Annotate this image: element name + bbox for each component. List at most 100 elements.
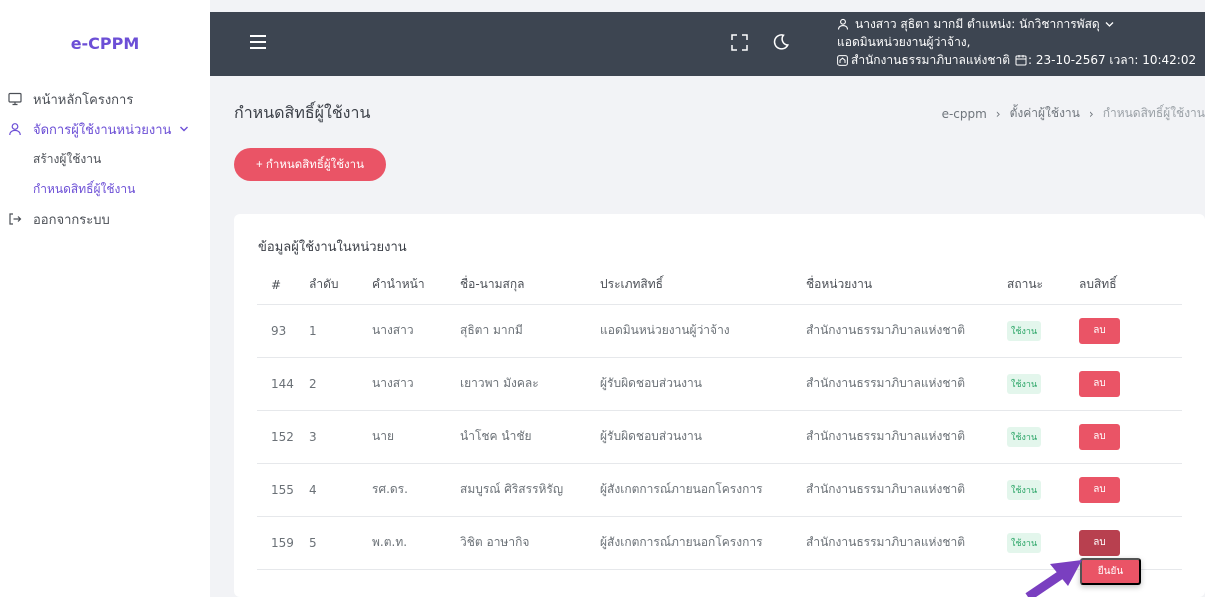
- current-datetime: : 23-10-2567 เวลา: 10:42:02: [1028, 53, 1197, 67]
- status-badge: ใช้งาน: [1007, 426, 1042, 447]
- add-permission-button[interactable]: + กำหนดสิทธิ์ผู้ใช้งาน: [234, 148, 386, 181]
- cell-id: 93: [257, 304, 309, 358]
- cell-name: นำโชค นำชัย: [460, 410, 600, 464]
- status-badge: ใช้งาน: [1007, 373, 1042, 394]
- user-icon: [837, 18, 849, 30]
- chevron-down-icon: [1105, 21, 1114, 28]
- sidebar: e-CPPM หน้าหลักโครงการ จัดการผู้ใช้งานหน…: [0, 0, 210, 597]
- column-header-org: ชื่อหน่วยงาน: [806, 266, 1007, 305]
- fullscreen-icon[interactable]: [731, 34, 748, 51]
- cell-id: 159: [257, 516, 309, 570]
- sidebar-item-label: หน้าหลักโครงการ: [33, 92, 134, 108]
- cell-org: สำนักงานธรรมาภิบาลแห่งชาติ: [806, 410, 1007, 464]
- cell-role: ผู้สังเกตการณ์ภายนอกโครงการ: [600, 463, 806, 517]
- delete-button[interactable]: ลบ: [1079, 317, 1120, 344]
- table-header-row: # ลำดับ คำนำหน้า ชื่อ-นามสกุล ประเภทสิทธ…: [257, 266, 1182, 305]
- cell-seq: 2: [309, 357, 372, 411]
- cell-role: ผู้สังเกตการณ์ภายนอกโครงการ: [600, 516, 806, 570]
- sidebar-item-project-home[interactable]: หน้าหลักโครงการ: [0, 88, 210, 110]
- cell-prefix: นางสาว: [372, 304, 460, 358]
- sidebar-nav: หน้าหลักโครงการ จัดการผู้ใช้งานหน่วยงาน …: [0, 88, 210, 238]
- status-badge: ใช้งาน: [1007, 532, 1042, 553]
- status-badge: ใช้งาน: [1007, 320, 1042, 341]
- user-name-position: นางสาว สุธิตา มากมี ตำแหน่ง: นักวิชาการพ…: [855, 17, 1100, 31]
- cell-prefix: นาย: [372, 410, 460, 464]
- cell-seq: 3: [309, 410, 372, 464]
- cell-org: สำนักงานธรรมาภิบาลแห่งชาติ: [806, 463, 1007, 517]
- user-organization: สำนักงานธรรมาภิบาลแห่งชาติ: [851, 53, 1010, 67]
- delete-button[interactable]: ลบ: [1079, 423, 1120, 450]
- table-row: 155 4 รศ.ดร. สมบูรณ์ ศิริสรรหิรัญ ผู้สัง…: [257, 463, 1182, 517]
- card-title: ข้อมูลผู้ใช้งานในหน่วยงาน: [258, 240, 407, 255]
- cell-id: 144: [257, 357, 309, 411]
- menu-toggle-icon[interactable]: [250, 35, 266, 49]
- cell-org: สำนักงานธรรมาภิบาลแห่งชาติ: [806, 357, 1007, 411]
- breadcrumb-current: กำหนดสิทธิ์ผู้ใช้งาน: [1102, 106, 1205, 120]
- column-header-status: สถานะ: [1007, 266, 1079, 305]
- cell-role: แอดมินหน่วยงานผู้ว่าจ้าง: [600, 304, 806, 358]
- cell-delete: ลบ: [1079, 410, 1182, 464]
- cell-role: ผู้รับผิดชอบส่วนงาน: [600, 410, 806, 464]
- cell-delete: ลบ: [1079, 463, 1182, 517]
- monitor-icon: [8, 92, 22, 106]
- annotation-arrow-icon: [1025, 560, 1082, 597]
- table-row: 144 2 นางสาว เยาวพา มังคละ ผู้รับผิดชอบส…: [257, 357, 1182, 411]
- table-row: 152 3 นาย นำโชค นำชัย ผู้รับผิดชอบส่วนงา…: [257, 410, 1182, 464]
- breadcrumb-user-settings[interactable]: ตั้งค่าผู้ใช้งาน: [1010, 104, 1080, 123]
- sidebar-item-logout[interactable]: ออกจากระบบ: [0, 208, 210, 230]
- dark-mode-icon[interactable]: [772, 33, 790, 51]
- cell-status: ใช้งาน: [1007, 357, 1079, 411]
- users-table: # ลำดับ คำนำหน้า ชื่อ-นามสกุล ประเภทสิทธ…: [257, 266, 1182, 570]
- users-card: ข้อมูลผู้ใช้งานในหน่วยงาน # ลำดับ คำนำหน…: [234, 214, 1205, 597]
- sidebar-item-manage-users[interactable]: จัดการผู้ใช้งานหน่วยงาน: [0, 118, 210, 140]
- home-icon: [837, 54, 848, 66]
- cell-org: สำนักงานธรรมาภิบาลแห่งชาติ: [806, 516, 1007, 570]
- delete-button[interactable]: ลบ: [1079, 370, 1120, 397]
- chevron-right-icon: ›: [995, 106, 1001, 121]
- cell-org: สำนักงานธรรมาภิบาลแห่งชาติ: [806, 304, 1007, 358]
- cell-delete: ลบ: [1079, 304, 1182, 358]
- cell-id: 155: [257, 463, 309, 517]
- cell-delete: ลบ: [1079, 357, 1182, 411]
- cell-status: ใช้งาน: [1007, 304, 1079, 358]
- chevron-right-icon: ›: [1088, 106, 1094, 121]
- column-header-id: #: [257, 266, 309, 305]
- sidebar-subitem-assign-permissions[interactable]: กำหนดสิทธิ์ผู้ใช้งาน: [0, 178, 210, 200]
- calendar-icon: [1015, 54, 1027, 66]
- user-role: แอดมินหน่วยงานผู้ว่าจ้าง,: [837, 35, 971, 49]
- breadcrumb: e-cppm › ตั้งค่าผู้ใช้งาน › กำหนดสิทธิ์ผ…: [942, 104, 1205, 123]
- delete-button[interactable]: ลบ: [1079, 476, 1120, 503]
- cell-status: ใช้งาน: [1007, 410, 1079, 464]
- top-navbar: นางสาว สุธิตา มากมี ตำแหน่ง: นักวิชาการพ…: [210, 12, 1205, 76]
- table-row: 93 1 นางสาว สุธิตา มากมี แอดมินหน่วยงานผ…: [257, 304, 1182, 358]
- sidebar-subitem-create-user[interactable]: สร้างผู้ใช้งาน: [0, 148, 210, 170]
- cell-id: 152: [257, 410, 309, 464]
- status-badge: ใช้งาน: [1007, 479, 1042, 500]
- sidebar-item-label: ออกจากระบบ: [33, 212, 110, 228]
- cell-prefix: พ.ต.ท.: [372, 516, 460, 570]
- column-header-name: ชื่อ-นามสกุล: [460, 266, 600, 305]
- user-icon: [8, 122, 22, 136]
- cell-name: วิชิต อาษากิจ: [460, 516, 600, 570]
- cell-name: สมบูรณ์ ศิริสรรหิรัญ: [460, 463, 600, 517]
- cell-name: เยาวพา มังคละ: [460, 357, 600, 411]
- column-header-role: ประเภทสิทธิ์: [600, 266, 806, 305]
- app-logo[interactable]: e-CPPM: [0, 34, 210, 53]
- breadcrumb-home[interactable]: e-cppm: [942, 107, 987, 121]
- cell-seq: 4: [309, 463, 372, 517]
- cell-prefix: นางสาว: [372, 357, 460, 411]
- cell-status: ใช้งาน: [1007, 463, 1079, 517]
- page-title: กำหนดสิทธิ์ผู้ใช้งาน: [234, 103, 371, 122]
- cell-seq: 5: [309, 516, 372, 570]
- column-header-prefix: คำนำหน้า: [372, 266, 460, 305]
- cell-seq: 1: [309, 304, 372, 358]
- chevron-down-icon: [179, 122, 189, 137]
- column-header-delete: ลบสิทธิ์: [1079, 266, 1182, 305]
- cell-prefix: รศ.ดร.: [372, 463, 460, 517]
- logout-icon: [8, 212, 22, 226]
- cell-role: ผู้รับผิดชอบส่วนงาน: [600, 357, 806, 411]
- cell-name: สุธิตา มากมี: [460, 304, 600, 358]
- delete-button[interactable]: ลบ: [1079, 529, 1120, 556]
- column-header-seq: ลำดับ: [309, 266, 372, 305]
- user-menu[interactable]: นางสาว สุธิตา มากมี ตำแหน่ง: นักวิชาการพ…: [837, 15, 1196, 69]
